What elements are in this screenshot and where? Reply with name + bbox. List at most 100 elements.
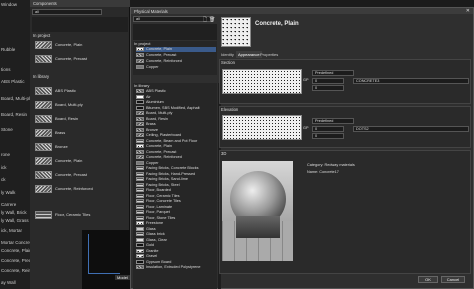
- list-item-label: Concrete, Beam and Pot Floor: [146, 138, 198, 143]
- list-item[interactable]: Brass: [33, 128, 129, 138]
- list-item[interactable]: Concrete, Precast: [33, 54, 129, 64]
- list-item[interactable]: Facing Bricks, Steel: [136, 182, 216, 188]
- elevation-pattern-dropdown[interactable]: DOTS2: [353, 126, 469, 132]
- section-pattern-dropdown[interactable]: CONCRETE3: [353, 78, 469, 84]
- list-item[interactable]: Facing Bricks, Sand-lime: [136, 177, 216, 182]
- list-item[interactable]: Gold: [136, 243, 216, 248]
- list-item[interactable]: Rubble: [0, 45, 30, 54]
- close-icon[interactable]: ✕: [466, 8, 470, 14]
- list-item[interactable]: Copper: [136, 160, 216, 166]
- material-swatch: [136, 215, 144, 220]
- list-item[interactable]: Bronze: [33, 142, 129, 152]
- list-item[interactable]: Concrete, Reinforced: [136, 59, 216, 64]
- list-item[interactable]: Gravel: [136, 254, 216, 259]
- list-item[interactable]: Ceiling, Plasterboard: [136, 133, 216, 138]
- list-item[interactable]: Bronze: [136, 127, 216, 133]
- list-item-label: Glass: [146, 226, 156, 231]
- elevation-label: Elevation: [221, 107, 239, 112]
- elevation-mode-dropdown[interactable]: Predefined: [312, 118, 354, 124]
- model-tab[interactable]: Model: [115, 275, 130, 280]
- list-item[interactable]: Concrete, Plain: [33, 40, 129, 50]
- list-item[interactable]: ABS Plastic: [33, 86, 129, 96]
- list-item[interactable]: Glass: [136, 226, 216, 232]
- list-item[interactable]: Floor, Laminate: [136, 204, 216, 210]
- list-item[interactable]: Brass: [136, 122, 216, 127]
- list-item[interactable]: Glass, Clear: [136, 237, 216, 243]
- material-3d-preview: [222, 161, 293, 261]
- list-item[interactable]: Stone: [0, 125, 30, 134]
- elevation-gap-input[interactable]: 0: [312, 126, 344, 132]
- list-item-label: Aluminium: [146, 100, 164, 104]
- list-item[interactable]: tions: [0, 65, 30, 74]
- list-item[interactable]: ick, Mortar: [0, 226, 30, 235]
- section-scale-input[interactable]: 0: [312, 85, 344, 91]
- list-item[interactable]: Concrete, Precast: [33, 170, 129, 180]
- dialog-title: Physical Materials: [134, 8, 168, 14]
- list-item[interactable]: Copper: [136, 65, 216, 70]
- material-swatch: [35, 55, 52, 63]
- in-library-header: In library: [134, 83, 150, 88]
- list-item[interactable]: Concrete, Plain: [33, 156, 129, 166]
- material-swatch: [136, 149, 144, 154]
- list-item[interactable]: Floor, Concrete Tiles: [136, 199, 216, 204]
- list-item[interactable]: Granite: [136, 248, 216, 254]
- tab-properties[interactable]: Properties: [258, 51, 280, 58]
- list-item[interactable]: Aluminium: [136, 100, 216, 105]
- section-gap-input[interactable]: 0: [312, 78, 344, 84]
- list-item[interactable]: Floor, Ceramic Tiles: [33, 210, 129, 220]
- list-item[interactable]: ck: [0, 175, 30, 184]
- list-item[interactable]: Air: [136, 94, 216, 100]
- section-mode-dropdown[interactable]: Predefined: [312, 70, 354, 76]
- list-item[interactable]: Board, Resin: [0, 110, 30, 119]
- list-item[interactable]: Board, Multi-ply: [136, 111, 216, 116]
- list-item[interactable]: Gypsum Board: [136, 259, 216, 265]
- list-item[interactable]: rone: [0, 150, 30, 159]
- list-item[interactable]: Concrete, Reinforced: [136, 155, 216, 160]
- list-item[interactable]: Concrete, Reinforced: [0, 266, 30, 275]
- list-item[interactable]: Concrete, Precast: [136, 149, 216, 155]
- list-item[interactable]: Insulation, Extruded Polystyrene: [136, 265, 216, 270]
- window-menu[interactable]: Window: [0, 0, 30, 9]
- material-swatch: [136, 53, 144, 58]
- list-item[interactable]: Glass brick: [136, 232, 216, 237]
- list-item[interactable]: Floor, Stone Tiles: [136, 215, 216, 221]
- list-item[interactable]: Concrete, Precast: [0, 256, 30, 265]
- list-item[interactable]: Floor, Parquet: [136, 210, 216, 215]
- list-item[interactable]: Board, Resin: [33, 114, 129, 124]
- list-item[interactable]: Facing Bricks, Hand-Pressed: [136, 171, 216, 177]
- ok-button[interactable]: OK: [418, 276, 438, 283]
- tab-identity[interactable]: Identity: [219, 51, 236, 58]
- material-swatch: [136, 182, 144, 187]
- list-item[interactable]: Freestone: [136, 221, 216, 226]
- list-item[interactable]: Concrete, Plain: [136, 144, 216, 149]
- list-item[interactable]: ABS Plastic: [0, 77, 30, 86]
- materials-search-input[interactable]: all: [133, 16, 213, 22]
- model-viewport[interactable]: Model: [82, 230, 132, 289]
- list-item[interactable]: Board, Multi-ply: [0, 94, 30, 103]
- list-item-label: Floor, Stone Tiles: [146, 215, 176, 220]
- list-item[interactable]: Board, Multi-ply: [33, 100, 129, 110]
- section-pattern-preview: [222, 69, 302, 94]
- preview-pedestal: [236, 216, 280, 238]
- list-item[interactable]: ay Wall: [0, 278, 30, 287]
- list-item[interactable]: Concrete, Plain: [136, 47, 216, 53]
- list-item[interactable]: Floor, Ceramic Tiles: [136, 193, 216, 199]
- cancel-button[interactable]: Cancel: [441, 276, 465, 283]
- material-swatch: [136, 177, 144, 182]
- list-item[interactable]: ly Wall, Grass: [0, 216, 30, 225]
- elevation-scale-input[interactable]: 0: [312, 133, 344, 139]
- list-item[interactable]: ick: [0, 163, 30, 172]
- list-item[interactable]: Concrete, Plain: [0, 246, 30, 255]
- list-item[interactable]: Bitumen, SBS Modified, Asphalt: [136, 105, 216, 111]
- components-search-input[interactable]: all: [32, 9, 102, 15]
- delete-icon[interactable]: 🗑: [209, 17, 215, 23]
- list-item-label: Gypsum Board: [146, 259, 172, 264]
- list-item[interactable]: Concrete, Reinforced: [33, 184, 129, 194]
- list-item[interactable]: Board, Resin: [136, 116, 216, 122]
- list-item[interactable]: Concrete, Beam and Pot Floor: [136, 138, 216, 144]
- list-item[interactable]: ABS Plastic: [136, 89, 216, 94]
- list-item[interactable]: Concrete, Precast: [136, 53, 216, 58]
- list-item[interactable]: Facing Bricks, Concrete Blocks: [136, 166, 216, 171]
- list-item[interactable]: Floor, Boarded: [136, 188, 216, 193]
- list-item[interactable]: ly Walk: [0, 188, 30, 197]
